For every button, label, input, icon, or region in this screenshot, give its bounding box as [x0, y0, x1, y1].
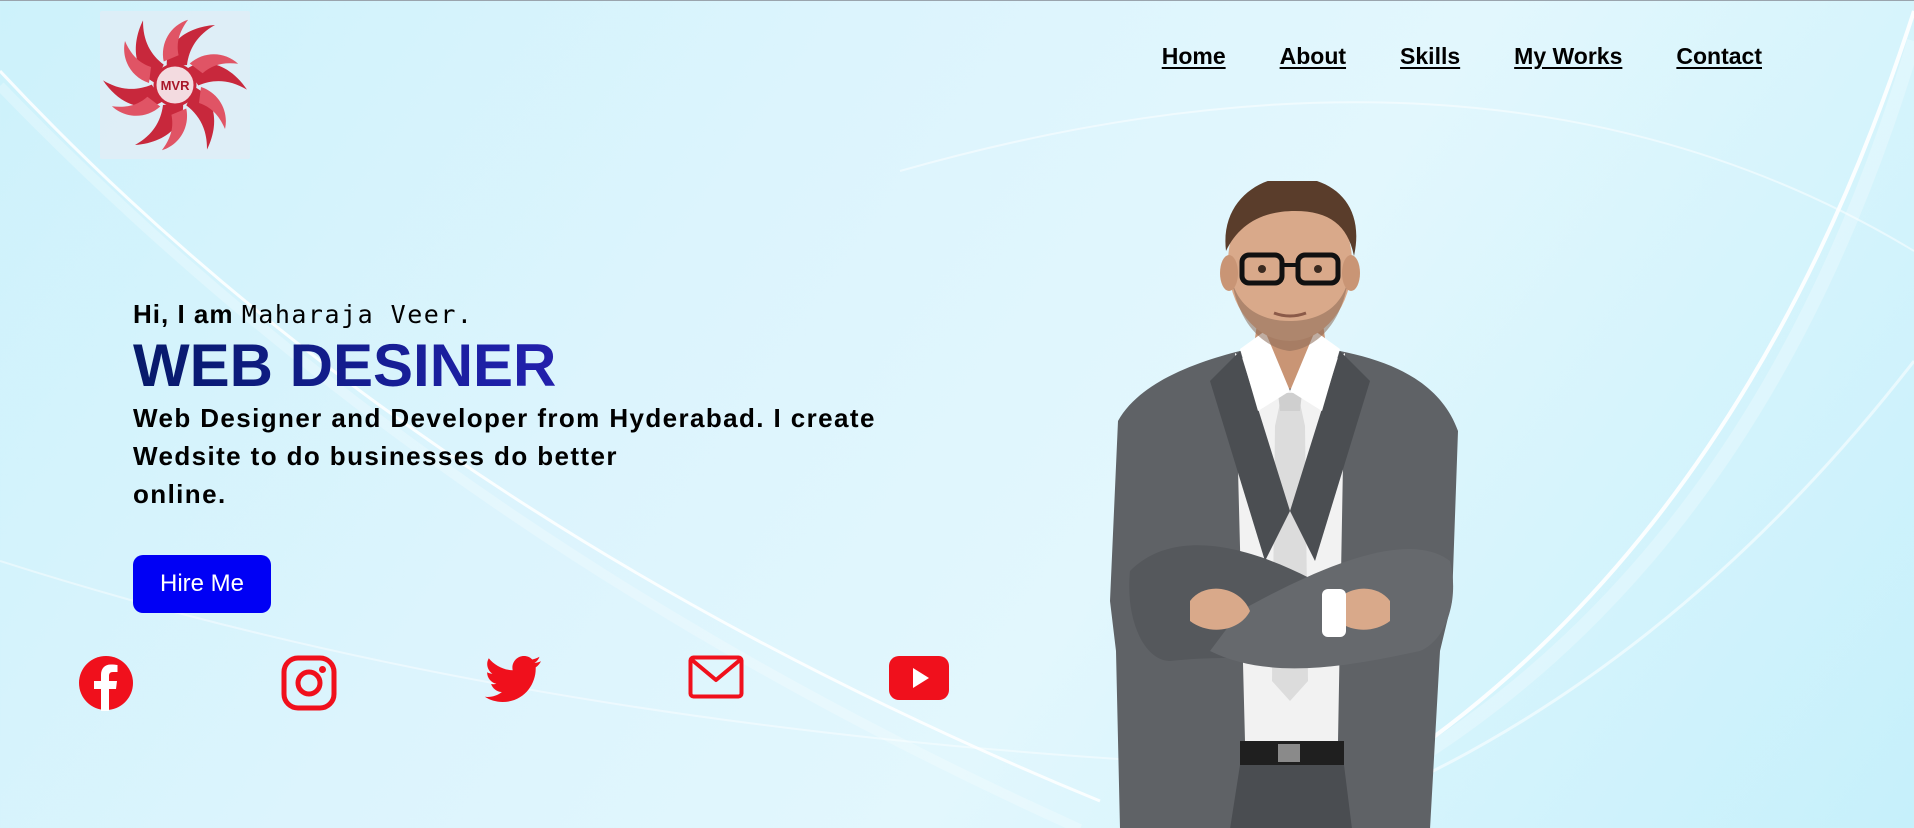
twitter-icon[interactable] — [484, 655, 542, 707]
greeting: Hi, I am Maharaja Veer. — [133, 296, 953, 333]
description-line: online. — [133, 479, 227, 509]
description: Web Designer and Developer from Hyderaba… — [133, 399, 953, 513]
main-nav: Home About Skills My Works Contact — [1162, 43, 1762, 70]
greeting-prefix: Hi, I am — [133, 299, 234, 329]
hire-me-button[interactable]: Hire Me — [133, 555, 271, 613]
man-in-suit-portrait-icon — [1110, 181, 1458, 828]
person-name: Maharaja Veer. — [241, 300, 474, 329]
youtube-icon[interactable] — [888, 655, 950, 701]
mail-icon[interactable] — [688, 655, 744, 699]
portrait-image — [1090, 181, 1490, 828]
description-line: Web Designer and Developer from Hyderaba… — [133, 403, 876, 433]
nav-about[interactable]: About — [1280, 43, 1346, 70]
logo-text: MVR — [161, 78, 191, 93]
logo-swirl-icon: MVR — [103, 19, 247, 151]
logo[interactable]: MVR — [100, 11, 250, 159]
nav-my-works[interactable]: My Works — [1514, 43, 1622, 70]
hero-section: Hi, I am Maharaja Veer. WEB DESINER Web … — [133, 296, 953, 513]
nav-skills[interactable]: Skills — [1400, 43, 1460, 70]
description-line: Wedsite to do businesses do better — [133, 441, 618, 471]
nav-contact[interactable]: Contact — [1676, 43, 1762, 70]
facebook-icon[interactable] — [78, 655, 134, 711]
nav-home[interactable]: Home — [1162, 43, 1226, 70]
instagram-icon[interactable] — [281, 655, 337, 711]
headline: WEB DESINER — [133, 335, 953, 397]
